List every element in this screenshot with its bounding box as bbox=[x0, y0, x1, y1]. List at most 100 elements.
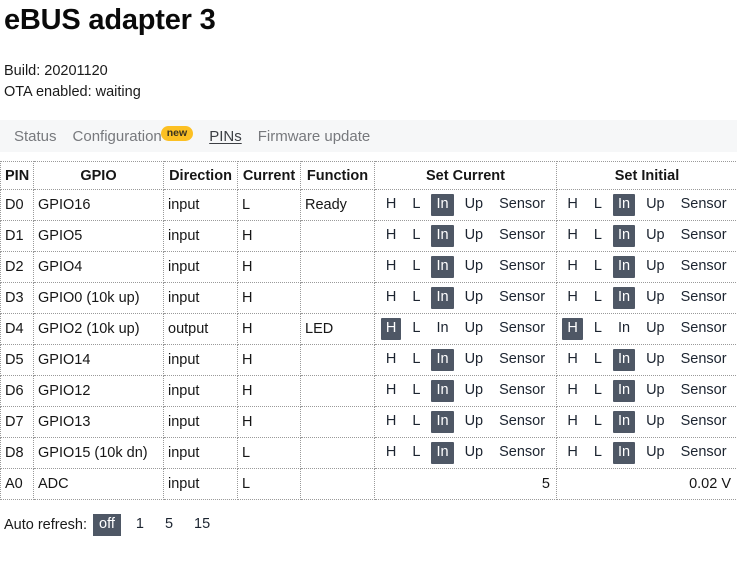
tab-configuration[interactable]: Configurationnew bbox=[73, 128, 194, 145]
set-initial-option-sensor[interactable]: Sensor bbox=[676, 380, 732, 402]
set-current-option-up[interactable]: Up bbox=[460, 349, 489, 371]
set-initial-option-up[interactable]: Up bbox=[641, 318, 670, 340]
set-current-option-sensor[interactable]: Sensor bbox=[494, 411, 550, 433]
set-initial-option-in[interactable]: In bbox=[613, 194, 635, 216]
set-current-option-sensor[interactable]: Sensor bbox=[494, 225, 550, 247]
auto-refresh-option-off[interactable]: off bbox=[93, 514, 121, 536]
set-current-option-h[interactable]: H bbox=[381, 380, 401, 402]
set-initial-option-in[interactable]: In bbox=[613, 318, 635, 340]
set-current-option-h[interactable]: H bbox=[381, 442, 401, 464]
set-initial-option-in[interactable]: In bbox=[613, 411, 635, 433]
set-current-option-l[interactable]: L bbox=[407, 442, 425, 464]
set-current-option-up[interactable]: Up bbox=[460, 380, 489, 402]
set-current-option-up[interactable]: Up bbox=[460, 256, 489, 278]
set-initial-group: HL In Up Sensor bbox=[561, 252, 733, 282]
set-current-option-up[interactable]: Up bbox=[460, 442, 489, 464]
set-current-option-sensor[interactable]: Sensor bbox=[494, 194, 550, 216]
set-initial-option-sensor[interactable]: Sensor bbox=[676, 194, 732, 216]
set-initial-option-h[interactable]: H bbox=[562, 287, 582, 309]
set-initial-option-l[interactable]: L bbox=[589, 194, 607, 216]
set-current-option-up[interactable]: Up bbox=[460, 411, 489, 433]
set-initial-option-sensor[interactable]: Sensor bbox=[676, 411, 732, 433]
set-current-option-in[interactable]: In bbox=[431, 256, 453, 278]
set-current-option-l[interactable]: L bbox=[407, 287, 425, 309]
set-current-option-in[interactable]: In bbox=[431, 318, 453, 340]
set-initial-option-up[interactable]: Up bbox=[641, 442, 670, 464]
set-current-option-in[interactable]: In bbox=[431, 225, 453, 247]
set-current-option-l[interactable]: L bbox=[407, 256, 425, 278]
auto-refresh-option-1[interactable]: 1 bbox=[130, 514, 150, 536]
set-initial-option-h[interactable]: H bbox=[562, 194, 582, 216]
set-current-option-h[interactable]: H bbox=[381, 287, 401, 309]
auto-refresh-option-15[interactable]: 15 bbox=[188, 514, 216, 536]
set-current-option-l[interactable]: L bbox=[407, 318, 425, 340]
set-initial-option-l[interactable]: L bbox=[589, 256, 607, 278]
set-current-option-up[interactable]: Up bbox=[460, 318, 489, 340]
set-initial-option-sensor[interactable]: Sensor bbox=[676, 318, 732, 340]
set-current-option-up[interactable]: Up bbox=[460, 194, 489, 216]
set-current-option-in[interactable]: In bbox=[431, 194, 453, 216]
set-initial-option-up[interactable]: Up bbox=[641, 256, 670, 278]
set-initial-option-up[interactable]: Up bbox=[641, 194, 670, 216]
set-initial-option-sensor[interactable]: Sensor bbox=[676, 225, 732, 247]
set-current-option-sensor[interactable]: Sensor bbox=[494, 442, 550, 464]
set-initial-option-l[interactable]: L bbox=[589, 442, 607, 464]
set-current-option-in[interactable]: In bbox=[431, 411, 453, 433]
set-current-option-h[interactable]: H bbox=[381, 411, 401, 433]
set-initial-option-sensor[interactable]: Sensor bbox=[676, 442, 732, 464]
tab-pins[interactable]: PINs bbox=[209, 128, 242, 145]
tab-status[interactable]: Status bbox=[14, 128, 57, 145]
set-initial-option-l[interactable]: L bbox=[589, 225, 607, 247]
set-current-option-sensor[interactable]: Sensor bbox=[494, 318, 550, 340]
set-current-option-sensor[interactable]: Sensor bbox=[494, 380, 550, 402]
set-current-option-in[interactable]: In bbox=[431, 442, 453, 464]
set-initial-option-in[interactable]: In bbox=[613, 287, 635, 309]
set-current-option-sensor[interactable]: Sensor bbox=[494, 256, 550, 278]
set-initial-option-in[interactable]: In bbox=[613, 256, 635, 278]
set-initial-option-h[interactable]: H bbox=[562, 256, 582, 278]
set-current-option-in[interactable]: In bbox=[431, 287, 453, 309]
set-initial-option-in[interactable]: In bbox=[613, 442, 635, 464]
set-current-option-l[interactable]: L bbox=[407, 349, 425, 371]
set-initial-option-l[interactable]: L bbox=[589, 349, 607, 371]
set-current-option-l[interactable]: L bbox=[407, 225, 425, 247]
set-current-option-l[interactable]: L bbox=[407, 194, 425, 216]
set-initial-option-sensor[interactable]: Sensor bbox=[676, 287, 732, 309]
set-initial-option-l[interactable]: L bbox=[589, 380, 607, 402]
set-current-option-up[interactable]: Up bbox=[460, 225, 489, 247]
set-initial-option-h[interactable]: H bbox=[562, 442, 582, 464]
set-initial-option-h[interactable]: H bbox=[562, 318, 582, 340]
set-current-option-l[interactable]: L bbox=[407, 411, 425, 433]
set-current-option-h[interactable]: H bbox=[381, 225, 401, 247]
set-current-option-up[interactable]: Up bbox=[460, 287, 489, 309]
set-initial-option-h[interactable]: H bbox=[562, 225, 582, 247]
set-current-option-h[interactable]: H bbox=[381, 318, 401, 340]
set-initial-option-up[interactable]: Up bbox=[641, 380, 670, 402]
set-initial-option-sensor[interactable]: Sensor bbox=[676, 256, 732, 278]
set-current-option-in[interactable]: In bbox=[431, 349, 453, 371]
set-current-option-in[interactable]: In bbox=[431, 380, 453, 402]
set-current-option-sensor[interactable]: Sensor bbox=[494, 287, 550, 309]
set-initial-group: HL In Up Sensor bbox=[561, 190, 733, 220]
set-current-option-h[interactable]: H bbox=[381, 194, 401, 216]
tab-firmware-update[interactable]: Firmware update bbox=[258, 128, 371, 145]
set-initial-option-h[interactable]: H bbox=[562, 380, 582, 402]
set-initial-option-in[interactable]: In bbox=[613, 225, 635, 247]
set-initial-option-up[interactable]: Up bbox=[641, 225, 670, 247]
set-initial-option-l[interactable]: L bbox=[589, 287, 607, 309]
set-initial-option-up[interactable]: Up bbox=[641, 411, 670, 433]
set-initial-option-l[interactable]: L bbox=[589, 318, 607, 340]
auto-refresh-option-5[interactable]: 5 bbox=[159, 514, 179, 536]
set-initial-option-h[interactable]: H bbox=[562, 411, 582, 433]
set-initial-option-up[interactable]: Up bbox=[641, 287, 670, 309]
set-current-option-h[interactable]: H bbox=[381, 256, 401, 278]
set-initial-option-l[interactable]: L bbox=[589, 411, 607, 433]
set-current-option-sensor[interactable]: Sensor bbox=[494, 349, 550, 371]
set-current-option-l[interactable]: L bbox=[407, 380, 425, 402]
set-initial-option-h[interactable]: H bbox=[562, 349, 582, 371]
set-initial-option-in[interactable]: In bbox=[613, 380, 635, 402]
set-initial-option-in[interactable]: In bbox=[613, 349, 635, 371]
set-initial-option-sensor[interactable]: Sensor bbox=[676, 349, 732, 371]
set-current-option-h[interactable]: H bbox=[381, 349, 401, 371]
set-initial-option-up[interactable]: Up bbox=[641, 349, 670, 371]
